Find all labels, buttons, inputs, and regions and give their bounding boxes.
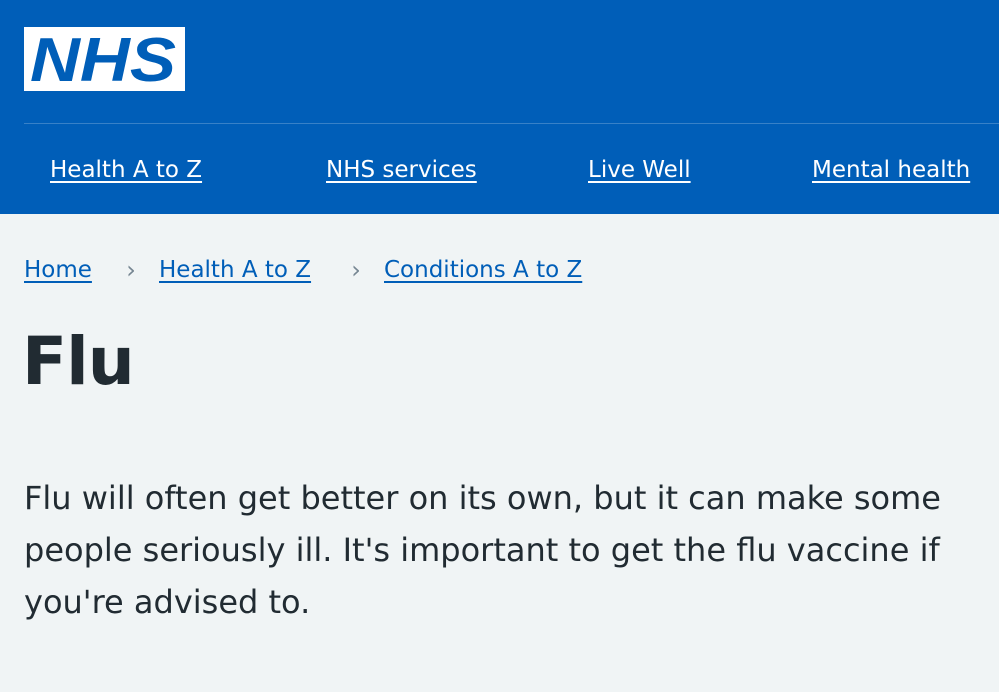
site-header: NHS Health A to Z NHS services Live Well… — [0, 0, 999, 214]
primary-navigation: Health A to Z NHS services Live Well Men… — [0, 124, 999, 214]
nav-link-health-a-to-z[interactable]: Health A to Z — [50, 154, 202, 186]
breadcrumb-link-health-a-to-z[interactable]: Health A to Z — [159, 252, 311, 288]
breadcrumb-link-home[interactable]: Home — [24, 252, 92, 288]
breadcrumb: Home › Health A to Z › Conditions A to Z — [24, 252, 984, 288]
chevron-right-icon: › — [351, 256, 361, 284]
lede-paragraph: Flu will often get better on its own, bu… — [24, 479, 941, 621]
nav-link-nhs-services[interactable]: NHS services — [326, 154, 477, 186]
svg-text:NHS: NHS — [30, 27, 176, 91]
nhs-logo-icon: NHS — [24, 27, 185, 91]
nav-link-live-well[interactable]: Live Well — [588, 154, 691, 186]
chevron-right-icon: › — [126, 256, 136, 284]
nav-link-mental-health[interactable]: Mental health — [812, 154, 970, 186]
nhs-logo[interactable]: NHS — [24, 27, 185, 91]
breadcrumb-link-conditions-a-to-z[interactable]: Conditions A to Z — [384, 252, 582, 288]
page-title: Flu — [22, 323, 135, 400]
